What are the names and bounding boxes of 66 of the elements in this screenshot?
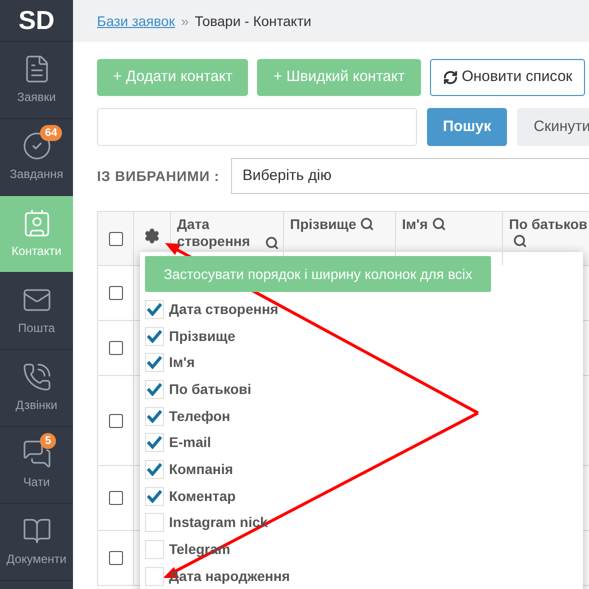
checkmark-icon (147, 382, 162, 396)
search-icon[interactable] (360, 217, 374, 231)
search-icon[interactable] (432, 217, 446, 231)
column-checkbox[interactable] (145, 300, 164, 319)
sidebar-label: Чати (23, 474, 50, 491)
column-checkbox[interactable] (145, 513, 164, 532)
column-checkbox[interactable] (145, 460, 164, 479)
row-checkbox[interactable] (108, 286, 122, 300)
column-option-label: Instagram nick (169, 513, 268, 532)
reset-button[interactable]: Скинути (517, 108, 589, 146)
column-option-label: Коментар (169, 486, 236, 506)
bulk-label: ІЗ ВИБРАНИМИ : (97, 166, 220, 186)
column-option-label: Прізвище (169, 326, 236, 346)
book-icon (22, 516, 52, 546)
sidebar-label: Завдання (10, 166, 64, 183)
breadcrumb-separator: » (180, 12, 189, 30)
sidebar-label: Контакти (12, 243, 62, 260)
column-option-label: Дата народження (169, 566, 290, 586)
column-checkbox[interactable] (145, 380, 164, 399)
row-checkbox[interactable] (108, 414, 122, 428)
column-option-label: Компанія (169, 460, 234, 479)
checkmark-icon (147, 436, 162, 450)
checkmark-icon (147, 356, 162, 370)
checkmark-icon (147, 490, 162, 503)
column-checkbox[interactable] (145, 406, 164, 426)
logo: SD (18, 4, 55, 37)
search-icon[interactable] (513, 234, 527, 248)
row-checkbox[interactable] (108, 341, 122, 355)
column-checkbox[interactable] (145, 566, 164, 586)
checkmark-icon (147, 462, 162, 476)
search-icon[interactable] (265, 236, 279, 250)
search-button[interactable]: Пошук (427, 108, 507, 146)
column-header[interactable]: Прізвище (290, 216, 356, 232)
count-badge: 64 (40, 125, 62, 141)
count-badge: 5 (40, 433, 56, 449)
checkmark-icon (147, 410, 162, 423)
column-header[interactable]: Ім'я (402, 216, 428, 232)
action-select[interactable]: Виберіть дію (231, 158, 589, 194)
column-option-label: По батькові (169, 380, 252, 399)
sidebar-label: Пошта (18, 320, 55, 337)
search-field[interactable] (97, 108, 417, 146)
column-checkbox[interactable] (145, 353, 164, 372)
column-option-label: E-mail (169, 433, 212, 452)
column-checkbox[interactable] (145, 326, 164, 346)
settings-icon[interactable] (144, 228, 160, 244)
phone-icon (22, 362, 52, 392)
breadcrumb-current: Товари - Контакти (194, 12, 312, 31)
column-header[interactable]: По батьков (509, 216, 588, 232)
sidebar-label: Дзвінки (16, 397, 58, 414)
row-checkbox[interactable] (108, 491, 122, 505)
checkmark-icon (147, 330, 162, 343)
column-checkbox[interactable] (145, 540, 164, 560)
column-checkbox[interactable] (145, 433, 164, 452)
breadcrumb-link[interactable]: Бази заявок (97, 10, 175, 32)
column-option-label: Ім'я (169, 353, 195, 372)
refresh-icon (442, 70, 458, 85)
select-all-checkbox[interactable] (108, 232, 122, 246)
column-option-label: Телефон (169, 406, 230, 426)
checkmark-icon (147, 302, 162, 316)
column-option-label: Дата створення (169, 300, 278, 319)
column-header[interactable]: Дата створення (177, 216, 261, 250)
refresh-button[interactable]: Оновити список (430, 59, 586, 96)
sidebar-label: Документи (6, 551, 66, 568)
sidebar-label: Заявки (17, 89, 56, 106)
column-checkbox[interactable] (145, 486, 164, 506)
row-checkbox[interactable] (108, 551, 122, 565)
